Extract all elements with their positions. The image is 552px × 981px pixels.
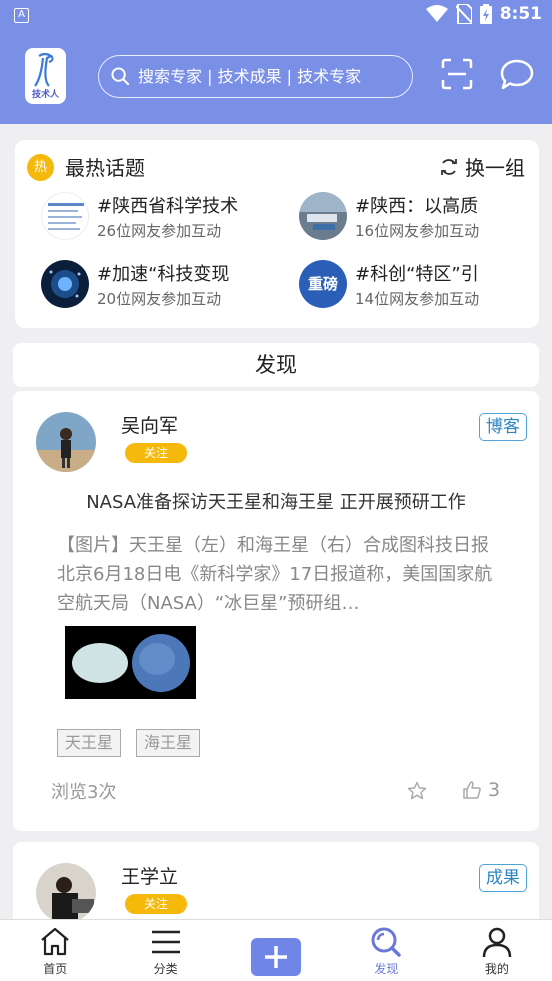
no-sim-icon bbox=[455, 4, 472, 24]
hot-topics-card: 热 最热话题 换一组 #陕西省科学技术 26位网友参加互动 #陕西：以高质 16… bbox=[15, 140, 539, 328]
message-icon[interactable] bbox=[499, 58, 535, 92]
topic-thumbnail-text: 重磅 bbox=[307, 275, 338, 293]
nav-home[interactable]: 首页 bbox=[0, 920, 110, 981]
wifi-icon bbox=[425, 5, 448, 22]
status-time: 8:51 bbox=[499, 4, 542, 24]
list-icon bbox=[151, 930, 180, 954]
topic-item[interactable]: #加速“科技变现 20位网友参加互动 bbox=[41, 260, 281, 310]
logo-text: 技术人 bbox=[31, 90, 59, 100]
post-type-badge[interactable]: 博客 bbox=[479, 413, 527, 441]
avatar[interactable] bbox=[36, 412, 96, 472]
view-count: 浏览3次 bbox=[51, 782, 117, 803]
search-bar[interactable] bbox=[98, 55, 413, 98]
publish-button[interactable] bbox=[251, 938, 302, 976]
post-excerpt[interactable]: 【图片】天王星（左）和海王星（右）合成图科技日报北京6月18日电《新科学家》17… bbox=[57, 531, 497, 618]
topic-participants: 26位网友参加互动 bbox=[97, 222, 222, 240]
topic-thumbnail: 重磅 bbox=[299, 260, 347, 308]
post-tag[interactable]: 海王星 bbox=[136, 729, 201, 757]
bottom-navigation: 首页 分类 发现 我的 bbox=[0, 919, 552, 981]
discover-search-icon bbox=[371, 927, 402, 957]
topic-title: #陕西省科学技术 bbox=[97, 196, 239, 217]
search-input[interactable] bbox=[138, 67, 398, 86]
post-card[interactable]: 吴向军 关注 博客 NASA准备探访天王星和海王星 正开展预研工作 【图片】天王… bbox=[13, 391, 539, 831]
status-bar: A 8:51 bbox=[0, 0, 552, 34]
like-count: 3 bbox=[488, 779, 501, 801]
hot-badge: 热 bbox=[27, 154, 54, 181]
topic-thumbnail bbox=[41, 192, 89, 240]
logo-icon bbox=[34, 52, 54, 87]
notification-icon: A bbox=[14, 8, 29, 23]
plus-icon bbox=[265, 946, 288, 968]
thumbs-up-icon bbox=[463, 781, 481, 799]
post-tags: 天王星 海王星 bbox=[57, 729, 201, 757]
nav-profile-label: 我的 bbox=[484, 962, 509, 976]
scan-icon[interactable] bbox=[441, 58, 473, 90]
post-title[interactable]: NASA准备探访天王星和海王星 正开展预研工作 bbox=[13, 488, 539, 514]
nav-discover[interactable]: 发现 bbox=[331, 920, 441, 981]
nav-home-label: 首页 bbox=[43, 962, 68, 976]
nav-category-label: 分类 bbox=[153, 962, 178, 976]
post-image[interactable] bbox=[65, 626, 196, 699]
topic-thumbnail bbox=[41, 260, 89, 308]
topic-participants: 14位网友参加互动 bbox=[355, 290, 480, 308]
topic-title: #加速“科技变现 bbox=[97, 264, 230, 285]
post-type-badge[interactable]: 成果 bbox=[479, 864, 527, 892]
nav-profile[interactable]: 我的 bbox=[442, 920, 552, 981]
discover-section-title: 发现 bbox=[13, 343, 539, 387]
home-icon bbox=[41, 927, 69, 956]
topic-item[interactable]: 重磅 #科创“特区”引 14位网友参加互动 bbox=[299, 260, 539, 310]
search-icon bbox=[111, 67, 130, 86]
refresh-label: 换一组 bbox=[465, 156, 525, 180]
follow-button[interactable]: 关注 bbox=[125, 443, 187, 463]
battery-icon bbox=[479, 4, 492, 24]
refresh-button[interactable]: 换一组 bbox=[439, 152, 525, 181]
nav-category[interactable]: 分类 bbox=[110, 920, 220, 981]
post-tag[interactable]: 天王星 bbox=[57, 729, 122, 757]
topic-participants: 16位网友参加互动 bbox=[355, 222, 480, 240]
author-name: 王学立 bbox=[121, 866, 179, 888]
hot-topics-title: 最热话题 bbox=[65, 156, 145, 180]
topic-item[interactable]: #陕西：以高质 16位网友参加互动 bbox=[299, 192, 539, 242]
follow-button[interactable]: 关注 bbox=[125, 894, 187, 914]
app-header: A 8:51 技术人 bbox=[0, 0, 552, 124]
refresh-icon bbox=[441, 158, 457, 175]
topic-thumbnail bbox=[299, 192, 347, 240]
nav-discover-label: 发现 bbox=[374, 962, 399, 976]
topic-item[interactable]: #陕西省科学技术 26位网友参加互动 bbox=[41, 192, 281, 242]
topic-title: #科创“特区”引 bbox=[355, 264, 479, 285]
user-icon bbox=[482, 927, 512, 958]
nav-publish[interactable] bbox=[221, 920, 331, 981]
topic-participants: 20位网友参加互动 bbox=[97, 290, 222, 308]
topic-title: #陕西：以高质 bbox=[355, 196, 479, 217]
favorite-star-icon[interactable] bbox=[407, 781, 427, 801]
like-button[interactable]: 3 bbox=[462, 779, 500, 801]
avatar[interactable] bbox=[36, 863, 96, 923]
author-name: 吴向军 bbox=[121, 415, 179, 437]
app-logo[interactable]: 技术人 bbox=[25, 48, 66, 104]
